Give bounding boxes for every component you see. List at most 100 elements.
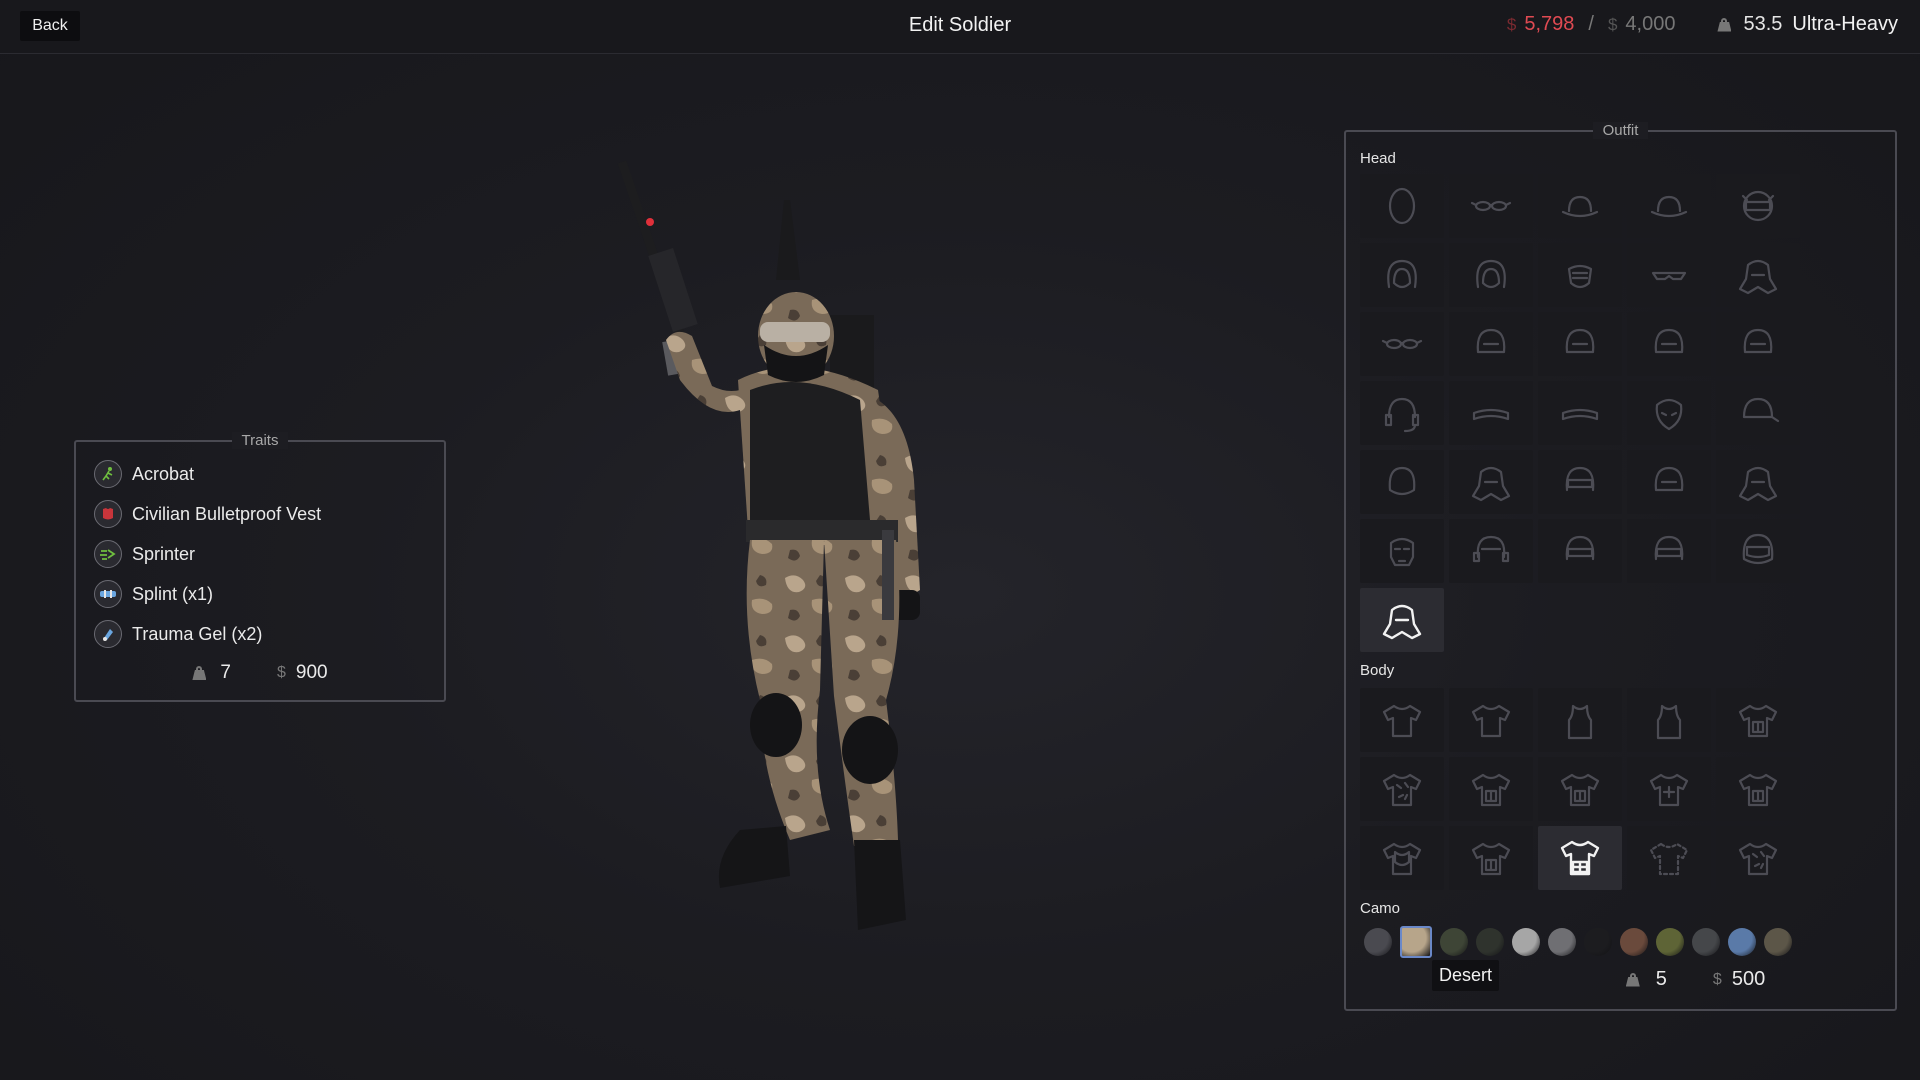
camo-swatch[interactable] bbox=[1400, 926, 1432, 958]
body-item-vest-shirt[interactable] bbox=[1449, 757, 1533, 821]
head-item-helmet[interactable] bbox=[1627, 450, 1711, 514]
head-item-helmet[interactable] bbox=[1449, 312, 1533, 376]
trauma-gel-icon bbox=[94, 620, 122, 648]
camo-swatch[interactable] bbox=[1584, 928, 1612, 956]
trait-item[interactable]: Sprinter bbox=[94, 540, 195, 568]
head-section-label: Head bbox=[1360, 150, 1396, 167]
goggles-strap-icon bbox=[1741, 190, 1775, 222]
dollar-icon: $ bbox=[1712, 970, 1722, 988]
belt bbox=[746, 520, 898, 542]
soldier-model[interactable] bbox=[600, 150, 1020, 950]
trait-item[interactable]: Civilian Bulletproof Vest bbox=[94, 500, 321, 528]
body-item-camo-shirt[interactable] bbox=[1360, 757, 1444, 821]
head-item-helmet-goggles[interactable] bbox=[1538, 519, 1622, 583]
helmet-goggles-icon bbox=[1565, 535, 1595, 561]
weight-icon bbox=[1626, 972, 1640, 987]
head-item-hood[interactable] bbox=[1449, 243, 1533, 307]
body-item-tshirt[interactable] bbox=[1449, 688, 1533, 752]
head-item-bald[interactable] bbox=[1360, 174, 1444, 238]
head-item-beanie[interactable] bbox=[1360, 450, 1444, 514]
head-item-hood[interactable] bbox=[1360, 243, 1444, 307]
body-item-medic-shirt[interactable] bbox=[1627, 757, 1711, 821]
camo-swatch[interactable] bbox=[1364, 928, 1392, 956]
head-item-goggles-strap[interactable] bbox=[1716, 174, 1800, 238]
helmet-icon bbox=[1565, 328, 1595, 354]
body-item-vest-shirt[interactable] bbox=[1538, 757, 1622, 821]
camo-swatch[interactable] bbox=[1764, 928, 1792, 956]
laser-dot bbox=[646, 218, 654, 226]
head-item-sunglasses[interactable] bbox=[1627, 243, 1711, 307]
traits-panel: Traits Acrobat Civilian Bulletproof Vest… bbox=[74, 432, 446, 702]
helmet-icon bbox=[1654, 466, 1684, 492]
head-item-balaclava[interactable] bbox=[1449, 450, 1533, 514]
weight-value: 53.5 bbox=[1743, 13, 1783, 35]
head-item-helmet[interactable] bbox=[1716, 312, 1800, 376]
body-item-plate-carrier[interactable] bbox=[1538, 826, 1622, 890]
camo-swatch[interactable] bbox=[1512, 928, 1540, 956]
body-item-vest-shirt[interactable] bbox=[1716, 757, 1800, 821]
camo-swatch[interactable] bbox=[1656, 928, 1684, 956]
body-item-tank[interactable] bbox=[1627, 688, 1711, 752]
camo-swatches bbox=[1364, 926, 1800, 958]
balaclava-icon bbox=[1738, 259, 1778, 295]
trait-item[interactable]: Trauma Gel (x2) bbox=[94, 620, 262, 648]
left-arm bbox=[666, 331, 750, 412]
trait-item[interactable]: Acrobat bbox=[94, 460, 194, 488]
body-item-armor-shirt[interactable] bbox=[1360, 826, 1444, 890]
head-item-visor[interactable] bbox=[1449, 381, 1533, 445]
body-item-camo-shirt[interactable] bbox=[1716, 826, 1800, 890]
weight-icon bbox=[1717, 17, 1731, 32]
trait-label: Splint (x1) bbox=[132, 583, 214, 604]
tank-icon bbox=[1567, 704, 1593, 740]
body-item-tshirt[interactable] bbox=[1360, 688, 1444, 752]
head-item-helmet[interactable] bbox=[1538, 312, 1622, 376]
head-item-balaclava[interactable] bbox=[1716, 450, 1800, 514]
body-item-shirt-dashed[interactable] bbox=[1627, 826, 1711, 890]
outfit-summary: 5 $ 500 bbox=[1346, 968, 1895, 991]
head-item-glasses[interactable] bbox=[1360, 312, 1444, 376]
head-item-helmet-goggles[interactable] bbox=[1538, 450, 1622, 514]
head-item-helmet-headset[interactable] bbox=[1449, 519, 1533, 583]
head-item-hat[interactable] bbox=[1538, 174, 1622, 238]
antenna bbox=[776, 200, 800, 280]
head-item-helmet-visor[interactable] bbox=[1716, 519, 1800, 583]
cap-icon bbox=[1742, 397, 1780, 423]
bald-icon bbox=[1388, 187, 1416, 225]
head-item-glasses[interactable] bbox=[1449, 174, 1533, 238]
head-item-gas-mask[interactable] bbox=[1360, 519, 1444, 583]
head-item-headset[interactable] bbox=[1360, 381, 1444, 445]
visor-icon bbox=[1561, 408, 1599, 421]
vest-shirt-icon bbox=[1471, 773, 1511, 807]
head-item-balaclava[interactable] bbox=[1360, 588, 1444, 652]
trait-label: Acrobat bbox=[132, 463, 195, 484]
head-item-helmet[interactable] bbox=[1627, 312, 1711, 376]
glasses-icon bbox=[1381, 338, 1423, 350]
head-item-face-mask[interactable] bbox=[1627, 381, 1711, 445]
tshirt-icon bbox=[1471, 704, 1511, 738]
head-item-visor[interactable] bbox=[1538, 381, 1622, 445]
traits-cost: 900 bbox=[295, 662, 328, 683]
outfit-panel: Outfit Head Body Camo 5 $ 500 bbox=[1344, 122, 1897, 1011]
boot bbox=[854, 840, 906, 930]
head-item-mask[interactable] bbox=[1538, 243, 1622, 307]
glasses-icon bbox=[1470, 200, 1512, 212]
dollar-icon: $ bbox=[1506, 14, 1517, 34]
head-item-cap[interactable] bbox=[1716, 381, 1800, 445]
body-item-tank[interactable] bbox=[1538, 688, 1622, 752]
body-item-vest-shirt[interactable] bbox=[1449, 826, 1533, 890]
camo-swatch[interactable] bbox=[1728, 928, 1756, 956]
camo-swatch[interactable] bbox=[1692, 928, 1720, 956]
head-item-balaclava[interactable] bbox=[1716, 243, 1800, 307]
vest-shirt-icon bbox=[1738, 773, 1778, 807]
camo-swatch[interactable] bbox=[1440, 928, 1468, 956]
trait-item[interactable]: Splint (x1) bbox=[94, 580, 213, 608]
body-item-vest-shirt[interactable] bbox=[1716, 688, 1800, 752]
plate-carrier bbox=[750, 382, 870, 530]
camo-swatch[interactable] bbox=[1548, 928, 1576, 956]
armor-shirt-icon bbox=[1382, 842, 1422, 876]
camo-swatch[interactable] bbox=[1620, 928, 1648, 956]
head-item-helmet-goggles[interactable] bbox=[1627, 519, 1711, 583]
rifle-body bbox=[648, 247, 698, 333]
head-item-hat[interactable] bbox=[1627, 174, 1711, 238]
camo-swatch[interactable] bbox=[1476, 928, 1504, 956]
